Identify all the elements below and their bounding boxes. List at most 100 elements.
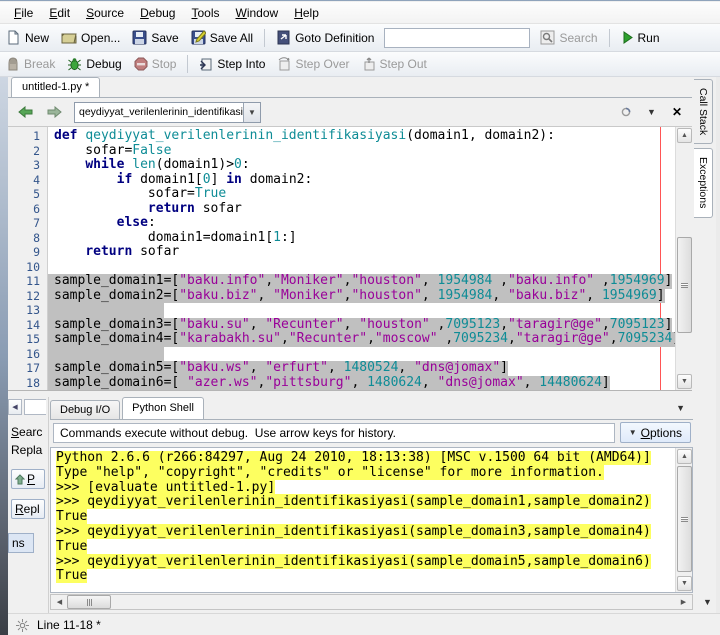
step-into-icon (199, 57, 213, 71)
code-line[interactable]: 12 sample_domain2=["baku.biz", "Moniker",… (8, 288, 675, 303)
shell-line[interactable]: >>> [evaluate untitled-1.py] (56, 479, 675, 496)
run-button[interactable]: Run (615, 29, 666, 47)
menu-item-source[interactable]: Source (78, 4, 132, 22)
line-number: 4 (33, 172, 40, 187)
close-editor-icon[interactable]: ✕ (672, 105, 682, 119)
goto-definition-button[interactable]: Goto Definition (270, 28, 380, 47)
dock-collapse-button[interactable]: ◀ (8, 399, 22, 415)
debug-button[interactable]: Debug (61, 55, 127, 73)
menu-item-help[interactable]: Help (286, 4, 327, 22)
step-out-button[interactable]: Step Out (356, 55, 433, 73)
replace-button[interactable]: Repl (11, 499, 45, 519)
tab-debug-io[interactable]: Debug I/O (50, 400, 121, 419)
code-line[interactable]: 10 (8, 260, 675, 275)
menu-item-tools[interactable]: Tools (183, 4, 227, 22)
editor-scroll-thumb[interactable] (677, 237, 692, 333)
line-number: 9 (33, 245, 40, 259)
menu-items: File Edit Source Debug Tools Window Help (6, 4, 327, 22)
scroll-up-icon[interactable]: ▲ (677, 449, 692, 464)
shell-info-text: Commands execute without debug. Use arro… (53, 422, 615, 443)
shell-line[interactable]: >>> qeydiyyat_verilenlerinin_identifikas… (56, 553, 675, 570)
tab-untitled-1[interactable]: untitled-1.py * (11, 77, 101, 97)
menu-item-file[interactable]: File (6, 4, 41, 22)
stop-button[interactable]: Stop (128, 55, 183, 73)
search-field-label: Searc (11, 425, 43, 439)
shell-horizontal-scrollbar[interactable]: ◀ ▶ (50, 594, 693, 610)
chevron-down-icon[interactable]: ▼ (243, 102, 260, 122)
shell-line[interactable]: Python 2.6.6 (r266:84297, Aug 24 2010, 1… (56, 451, 675, 466)
code-line[interactable]: 2 sofar=False (8, 143, 675, 159)
shell-vertical-scrollbar[interactable]: ▲ ▼ (675, 448, 692, 592)
code-line[interactable]: 1 def qeydiyyat_verilenlerinin_identifika… (8, 128, 675, 144)
line-number: 13 (26, 303, 40, 317)
shell-line[interactable]: True (56, 568, 675, 584)
shell-line[interactable]: Type "help", "copyright", "credits" or "… (56, 464, 675, 481)
step-over-button[interactable]: Step Over (271, 55, 355, 73)
function-combo-value: qeydiyyat_verilenlerinin_identifikasiyas… (79, 106, 243, 118)
tab-call-stack[interactable]: Call Stack (694, 79, 713, 145)
save-all-button[interactable]: Save All (185, 28, 259, 47)
shell-scroll-thumb[interactable] (677, 466, 692, 572)
code-line[interactable]: 14 sample_domain3=["baku.su", "Recunter",… (8, 317, 675, 332)
save-icon (132, 30, 147, 45)
tab-python-shell[interactable]: Python Shell (122, 397, 204, 419)
code-line[interactable]: 11 sample_domain1=["baku.info","Moniker",… (8, 273, 675, 289)
break-hand-icon (6, 57, 20, 71)
code-line[interactable]: 16 (8, 346, 675, 361)
search-input[interactable] (384, 27, 531, 48)
dock-chevron-down-icon[interactable]: ▼ (703, 597, 712, 607)
code-line[interactable]: 9 return sofar (8, 244, 675, 260)
open-button[interactable]: Open... (55, 28, 126, 47)
step-into-button[interactable]: Step Into (193, 55, 271, 73)
menu-item-debug[interactable]: Debug (132, 4, 183, 22)
menu-item-window[interactable]: Window (228, 4, 287, 22)
code-line[interactable]: 3 while len(domain1)>0: (8, 157, 675, 173)
scroll-left-icon[interactable]: ◀ (52, 595, 67, 609)
scroll-down-icon[interactable]: ▼ (677, 374, 692, 389)
search-button[interactable]: Search (534, 28, 603, 47)
tab-exceptions[interactable]: Exceptions (694, 148, 713, 218)
panel-chevron-down-icon[interactable]: ▼ (676, 403, 693, 413)
save-button[interactable]: Save (126, 28, 184, 47)
code-line[interactable]: 18 sample_domain6=[ "azer.ws","pittsburg"… (8, 375, 675, 390)
code-line[interactable]: 6 return sofar (8, 201, 675, 217)
shell-line[interactable]: >>> qeydiyyat_verilenlerinin_identifikas… (56, 494, 675, 510)
function-combo[interactable]: qeydiyyat_verilenlerinin_identifikasiyas… (74, 101, 261, 123)
editor-vertical-scrollbar[interactable]: ▲ ▼ (675, 127, 692, 390)
scroll-down-icon[interactable]: ▼ (677, 576, 692, 591)
code-editor[interactable]: 1 def qeydiyyat_verilenlerinin_identifika… (8, 127, 692, 391)
step-out-icon (362, 57, 376, 71)
replace-field-label: Repla (11, 443, 43, 457)
nav-forward-button[interactable] (47, 105, 62, 119)
dock-tab-stub[interactable] (24, 399, 46, 415)
editor-lines: 1 def qeydiyyat_verilenlerinin_identifika… (8, 128, 681, 390)
find-previous-button[interactable]: P (11, 469, 45, 489)
line-number: 14 (26, 317, 40, 332)
scroll-up-icon[interactable]: ▲ (677, 128, 692, 143)
menu-item-edit[interactable]: Edit (41, 4, 78, 22)
code-line[interactable]: 17 sample_domain5=["baku.ws", "erfurt", 1… (8, 360, 675, 376)
shell-hscroll-thumb[interactable] (67, 595, 111, 609)
new-file-icon (6, 30, 21, 45)
break-button[interactable]: Break (0, 55, 61, 73)
python-shell-output[interactable]: Python 2.6.6 (r266:84297, Aug 24 2010, 1… (50, 447, 693, 593)
line-number: 10 (26, 259, 40, 274)
code-line[interactable]: 15 sample_domain4=["karabakh.su","Recunte… (8, 331, 681, 347)
line-number: 18 (26, 375, 40, 390)
scroll-right-icon[interactable]: ▶ (676, 595, 691, 609)
shell-line[interactable]: True (56, 509, 675, 525)
code-line[interactable]: 7 else: (8, 215, 675, 231)
shell-line[interactable]: >>> qeydiyyat_verilenlerinin_identifikas… (56, 523, 675, 540)
editor-chevron-down-icon[interactable]: ▼ (647, 107, 656, 117)
code-line[interactable]: 13 (8, 303, 675, 318)
new-button[interactable]: New (0, 28, 55, 47)
options-button[interactable]: ▼ Options (619, 422, 691, 443)
goto-definition-icon (276, 30, 291, 45)
code-line[interactable]: 8 domain1=domain1[1:] (8, 230, 675, 246)
shell-line[interactable]: True (56, 538, 675, 555)
code-line[interactable]: 5 sofar=True (8, 186, 675, 202)
code-line[interactable]: 4 if domain1[0] in domain2: (8, 172, 675, 188)
dock-options-fragment: ns (8, 533, 34, 553)
nav-back-button[interactable] (18, 105, 33, 119)
stop-icon (134, 57, 148, 71)
